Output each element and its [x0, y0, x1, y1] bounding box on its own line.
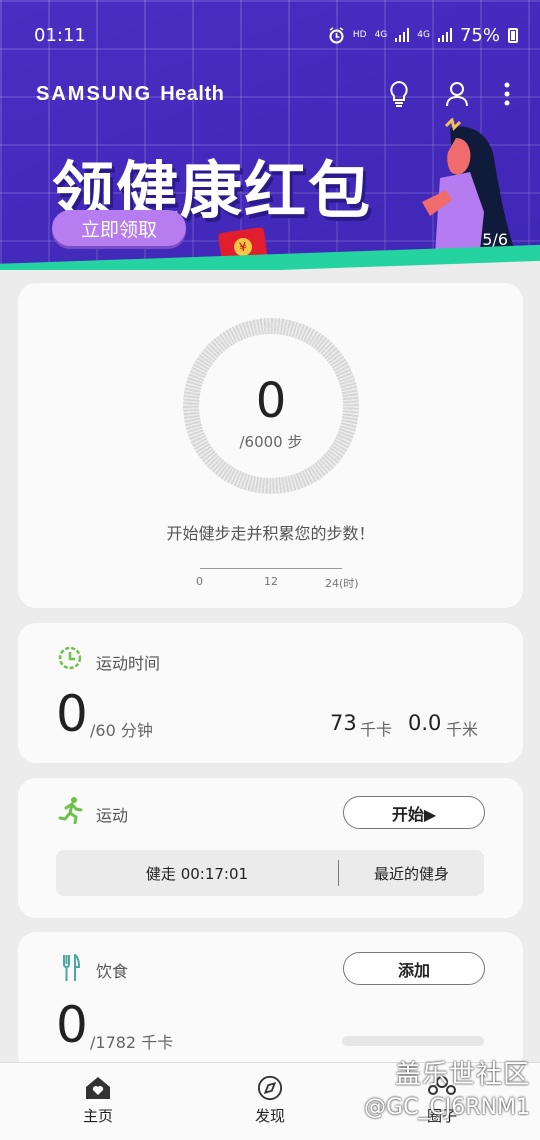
alarm-icon — [329, 26, 344, 43]
exercise-time-card[interactable]: 运动时间 0 /60 分钟 73 千卡 0.0 千米 — [18, 623, 523, 763]
steps-timeline-axis — [200, 568, 342, 569]
network-label-2: 4G — [417, 29, 430, 40]
brand-health: Health — [160, 82, 225, 105]
fork-knife-icon — [63, 954, 80, 981]
battery-percent: 75% — [459, 24, 500, 46]
steps-card[interactable]: 0 /6000 步 开始健步走并积累您的步数！ 0 12 24(时) — [18, 283, 523, 608]
workout-title: 运动 — [96, 806, 129, 825]
workout-card[interactable]: 运动 开始▶ 健走 00:17:01 最近的健身 — [18, 778, 523, 918]
network-label-1: 4G — [374, 29, 388, 40]
profile-icon[interactable] — [444, 80, 470, 108]
steps-progress-ring: 0 /6000 步 — [183, 318, 359, 494]
timeline-tick-end: 24(时) — [325, 577, 359, 590]
tips-lightbulb-icon[interactable] — [388, 80, 410, 108]
status-icons: HD 4G 4G 75% — [328, 25, 518, 46]
brand-samsung: SAMSUNG — [36, 82, 153, 105]
nav-discover-label: 发现 — [254, 1107, 285, 1125]
running-person-icon — [58, 797, 83, 824]
recent-fitness-button[interactable]: 最近的健身 — [339, 863, 484, 884]
watermark-line-2: @GC_CJ6RNM1 — [364, 1095, 530, 1120]
exercise-time-value: 0 — [56, 685, 88, 743]
calories-unit: 千卡 — [360, 720, 393, 739]
claim-now-button[interactable]: 立即领取 — [52, 210, 186, 246]
timeline-tick-mid: 12 — [264, 575, 278, 588]
stopwatch-icon — [58, 646, 82, 670]
home-heart-icon — [86, 1077, 110, 1099]
food-card[interactable]: 饮食 添加 0 /1782 千卡 — [18, 932, 523, 1072]
nav-home[interactable]: 主页 — [58, 1075, 138, 1126]
add-food-button[interactable]: 添加 — [343, 952, 485, 985]
food-title: 饮食 — [96, 962, 129, 981]
community-watermark: 盖乐世社区 @GC_CJ6RNM1 — [364, 1054, 530, 1120]
app-logo: SAMSUNG Health — [36, 83, 224, 106]
hd-label: HD — [352, 29, 367, 40]
signal-icon-2 — [437, 28, 452, 42]
nav-home-label: 主页 — [82, 1107, 113, 1125]
food-calories-value: 0 — [56, 996, 88, 1054]
app-bar: SAMSUNG Health — [36, 78, 510, 110]
recent-workouts-bar: 健走 00:17:01 最近的健身 — [56, 850, 484, 896]
steps-count: 0 — [255, 373, 287, 429]
timeline-tick-start: 0 — [196, 575, 203, 588]
exercise-time-goal: /60 分钟 — [90, 721, 153, 740]
status-time: 01:11 — [34, 24, 86, 46]
more-options-icon[interactable] — [504, 82, 510, 106]
status-bar: 01:11 HD 4G 4G 75% — [34, 20, 518, 50]
signal-icon-1 — [395, 28, 410, 42]
compass-icon — [257, 1075, 283, 1101]
distance-value: 0.0 — [408, 711, 442, 735]
promo-banner[interactable]: 01:11 HD 4G 4G 75% SAMSUNG Health 领健康红包 立… — [0, 0, 540, 270]
steps-goal: /6000 步 — [239, 433, 303, 451]
battery-icon — [508, 27, 518, 43]
watermark-line-1: 盖乐世社区 — [394, 1060, 530, 1090]
steps-hint-text: 开始健步走并积累您的步数！ — [166, 524, 375, 543]
nav-discover[interactable]: 发现 — [230, 1075, 310, 1126]
calories-value: 73 — [330, 711, 357, 735]
exercise-time-title: 运动时间 — [96, 654, 161, 673]
food-progress-bar — [342, 1036, 484, 1046]
food-calories-goal: /1782 千卡 — [90, 1033, 174, 1052]
start-workout-button[interactable]: 开始▶ — [343, 796, 485, 829]
last-workout-button[interactable]: 健走 00:17:01 — [56, 863, 338, 884]
distance-unit: 千米 — [446, 720, 479, 739]
